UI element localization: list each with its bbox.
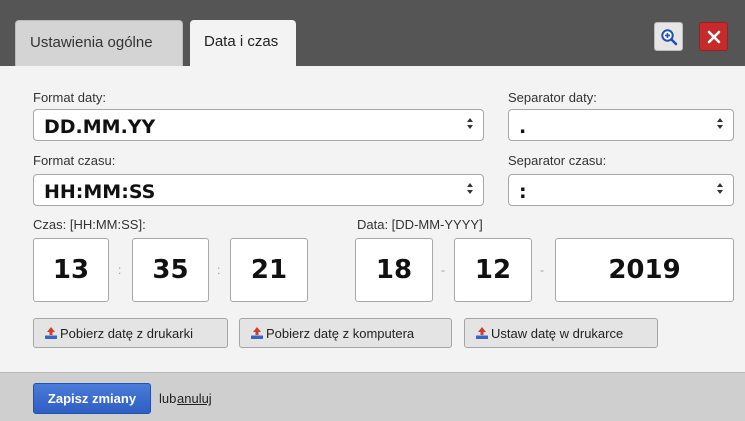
date-separator-select[interactable]: . <box>508 109 734 141</box>
get-printer-date-label: Pobierz datę z drukarki <box>60 325 193 341</box>
time-separator-label: Separator czasu: <box>508 153 607 168</box>
date-label: Data: [DD-MM-YYYY] <box>357 217 483 232</box>
year-input[interactable]: 2019 <box>555 238 734 302</box>
get-computer-date-button[interactable]: Pobierz datę z komputera <box>239 318 452 348</box>
time-separator: : <box>217 263 221 277</box>
time-separator-select[interactable]: : <box>508 174 734 206</box>
hours-input[interactable]: 13 <box>33 238 109 302</box>
select-arrows-icon <box>716 118 724 133</box>
or-text: lub <box>159 391 177 406</box>
set-printer-date-button[interactable]: Ustaw datę w drukarce <box>464 318 658 348</box>
download-computer-icon <box>251 327 263 339</box>
footer: Zapisz zmiany lub anuluj <box>0 372 745 421</box>
get-printer-date-button[interactable]: Pobierz datę z drukarki <box>33 318 228 348</box>
tab-general-settings[interactable]: Ustawienia ogólne <box>15 20 183 66</box>
tab-bar: Ustawienia ogólne Data i czas <box>0 0 745 66</box>
time-separator: : <box>118 263 122 277</box>
time-separator-value: : <box>519 181 527 203</box>
date-separator: - <box>540 263 544 277</box>
select-arrows-icon <box>466 183 474 198</box>
set-printer-date-label: Ustaw datę w drukarce <box>491 325 624 341</box>
zoom-button[interactable] <box>654 22 683 51</box>
select-arrows-icon <box>466 118 474 133</box>
upload-printer-icon <box>476 327 488 339</box>
time-label: Czas: [HH:MM:SS]: <box>33 217 146 232</box>
save-button[interactable]: Zapisz zmiany <box>33 383 151 414</box>
download-printer-icon <box>45 327 57 339</box>
time-format-value: HH:MM:SS <box>44 181 156 203</box>
zoom-in-icon <box>660 28 677 45</box>
close-icon <box>707 30 720 43</box>
date-format-select[interactable]: DD.MM.YY <box>33 109 484 141</box>
date-separator: - <box>441 263 445 277</box>
day-input[interactable]: 18 <box>355 238 433 302</box>
date-format-value: DD.MM.YY <box>44 116 156 138</box>
close-button[interactable] <box>699 22 728 51</box>
get-computer-date-label: Pobierz datę z komputera <box>266 325 415 341</box>
cancel-link[interactable]: anuluj <box>177 391 212 406</box>
minutes-input[interactable]: 35 <box>132 238 209 302</box>
time-format-label: Format czasu: <box>33 153 116 168</box>
select-arrows-icon <box>716 183 724 198</box>
month-input[interactable]: 12 <box>454 238 532 302</box>
time-format-select[interactable]: HH:MM:SS <box>33 174 484 206</box>
date-time-panel: Format daty: DD.MM.YY Separator daty: . … <box>0 66 745 372</box>
seconds-input[interactable]: 21 <box>230 238 308 302</box>
date-separator-label: Separator daty: <box>508 90 597 105</box>
date-separator-value: . <box>519 116 527 138</box>
date-format-label: Format daty: <box>33 90 106 105</box>
tab-date-time[interactable]: Data i czas <box>190 20 296 66</box>
